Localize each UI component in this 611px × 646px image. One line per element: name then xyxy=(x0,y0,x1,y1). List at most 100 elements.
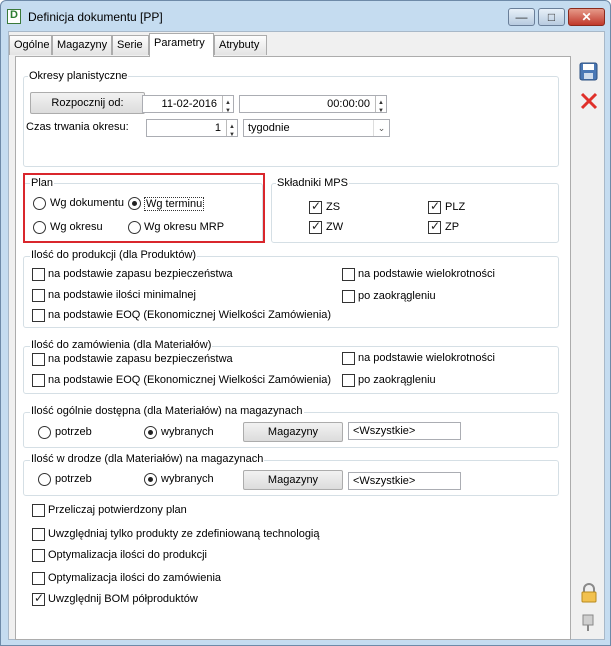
optymalizacja-zamowienia-label: Optymalizacja ilości do zamówienia xyxy=(48,572,222,584)
przeliczaj-plan-label: Przeliczaj potwierdzony plan xyxy=(48,504,187,516)
pin-icon xyxy=(582,614,594,631)
zam-eoq-label: na podstawie EOQ (Ekonomicznej Wielkości… xyxy=(48,374,332,386)
wdrodze-magazyny-value: <Wszystkie> xyxy=(353,475,416,487)
zamowienia-legend: Ilość do zamówienia (dla Materiałów) xyxy=(30,339,213,351)
document-definition-window: Definicja dokumentu [PP] — □ ✕ Ogólne Ma… xyxy=(0,0,611,646)
start-time-spinner[interactable] xyxy=(375,95,386,119)
bom-polproduktow-label: Uwzględnij BOM półproduktów xyxy=(48,593,198,605)
zam-zapas-label: na podstawie zapasu bezpieczeństwa xyxy=(48,353,233,365)
maximize-icon: □ xyxy=(547,10,556,24)
minimize-icon: — xyxy=(515,10,528,24)
zam-zaokraglenie-checkbox[interactable] xyxy=(342,374,355,387)
duration-field[interactable]: 1 xyxy=(146,119,238,143)
delete-icon xyxy=(580,92,598,110)
dostepna-wybranych-label[interactable]: wybranych xyxy=(161,426,214,438)
mps-zs-checkbox[interactable] xyxy=(309,199,322,214)
zam-eoq-checkbox[interactable] xyxy=(32,374,45,387)
plan-wg-okresu-radio[interactable] xyxy=(33,221,46,234)
mps-zp-checkbox[interactable] xyxy=(428,219,441,234)
plan-wg-dokumentu-label[interactable]: Wg dokumentu xyxy=(50,197,124,209)
minimize-button[interactable]: — xyxy=(508,8,535,26)
wdrodze-wybranych-label[interactable]: wybranych xyxy=(161,473,214,485)
window-title: Definicja dokumentu [PP] xyxy=(28,10,163,24)
pin-button[interactable] xyxy=(578,611,600,633)
prod-wielokrotnosc-checkbox[interactable] xyxy=(342,268,355,281)
duration-unit-value: tygodnie xyxy=(248,122,290,134)
start-time-value: 00:00:00 xyxy=(327,98,370,110)
wdrodze-potrzeb-label[interactable]: potrzeb xyxy=(55,473,92,485)
prod-minimalna-label: na podstawie ilości minimalnej xyxy=(48,289,196,301)
duration-unit-select[interactable]: tygodnie ⌄ xyxy=(243,119,390,137)
tylko-technologia-label: Uwzględniaj tylko produkty ze zdefiniowa… xyxy=(48,528,320,540)
wdrodze-magazyny-field[interactable]: <Wszystkie> xyxy=(348,472,461,490)
mps-plz-checkbox[interactable] xyxy=(428,199,441,214)
plan-wg-okresu-mrp-radio[interactable] xyxy=(128,221,141,234)
tab-ogolne[interactable]: Ogólne xyxy=(9,35,52,55)
dostepna-potrzeb-radio[interactable] xyxy=(38,426,51,439)
wdrodze-wybranych-radio[interactable] xyxy=(144,473,157,486)
prod-zaokraglenie-checkbox[interactable] xyxy=(342,290,355,303)
mps-zw-checkbox[interactable] xyxy=(309,219,322,234)
save-icon xyxy=(579,62,598,81)
plan-wg-terminu-label[interactable]: Wg terminu xyxy=(144,197,205,211)
lock-icon xyxy=(581,583,597,603)
optymalizacja-produkcji-checkbox[interactable] xyxy=(32,549,45,562)
wdrodze-legend: Ilość w drodze (dla Materiałów) na magaz… xyxy=(30,453,265,465)
mps-zp-label: ZP xyxy=(445,221,460,233)
mps-zw-label: ZW xyxy=(326,221,344,233)
zam-zapas-checkbox[interactable] xyxy=(32,353,45,366)
prod-wielokrotnosc-label: na podstawie wielokrotności xyxy=(358,268,495,280)
start-date-spinner[interactable] xyxy=(222,95,233,119)
plan-wg-okresu-label[interactable]: Wg okresu xyxy=(50,221,103,233)
duration-value: 1 xyxy=(214,122,221,134)
prod-zaokraglenie-label: po zaokrągleniu xyxy=(358,290,436,302)
delete-button[interactable] xyxy=(578,90,600,112)
mps-plz-label: PLZ xyxy=(445,201,466,213)
plan-wg-okresu-mrp-label[interactable]: Wg okresu MRP xyxy=(144,221,224,233)
start-date-field[interactable]: 11-02-2016 xyxy=(142,95,234,119)
wdrodze-potrzeb-radio[interactable] xyxy=(38,473,51,486)
prod-eoq-checkbox[interactable] xyxy=(32,309,45,322)
plan-wg-terminu-radio[interactable] xyxy=(128,197,141,210)
dostepna-magazyny-value: <Wszystkie> xyxy=(353,425,416,437)
tab-serie[interactable]: Serie xyxy=(112,35,149,55)
tab-magazyny[interactable]: Magazyny xyxy=(52,35,112,55)
mps-zs-label: ZS xyxy=(326,201,341,213)
prod-zapas-checkbox[interactable] xyxy=(32,268,45,281)
tylko-technologia-checkbox[interactable] xyxy=(32,528,45,541)
optymalizacja-zamowienia-checkbox[interactable] xyxy=(32,572,45,585)
dostepna-potrzeb-label[interactable]: potrzeb xyxy=(55,426,92,438)
tab-parametry[interactable]: Parametry xyxy=(149,33,214,57)
parametry-panel: Okresy planistyczne Rozpocznij od: 11-02… xyxy=(15,56,571,640)
start-time-field[interactable]: 00:00:00 xyxy=(239,95,387,119)
close-button[interactable]: ✕ xyxy=(568,8,605,26)
save-button[interactable] xyxy=(578,61,600,83)
dostepna-wybranych-radio[interactable] xyxy=(144,426,157,439)
mps-legend: Składniki MPS xyxy=(276,177,349,189)
dostepna-magazyny-field[interactable]: <Wszystkie> xyxy=(348,422,461,440)
produkcja-legend: Ilość do produkcji (dla Produktów) xyxy=(30,249,198,261)
prod-eoq-label: na podstawie EOQ (Ekonomicznej Wielkości… xyxy=(48,309,332,321)
duration-label: Czas trwania okresu: xyxy=(26,121,129,133)
prod-minimalna-checkbox[interactable] xyxy=(32,289,45,302)
dostepna-legend: Ilość ogólnie dostępna (dla Materiałów) … xyxy=(30,405,304,417)
zam-wielokrotnosc-checkbox[interactable] xyxy=(342,352,355,365)
plan-wg-dokumentu-radio[interactable] xyxy=(33,197,46,210)
lock-button[interactable] xyxy=(578,582,600,604)
maximize-button[interactable]: □ xyxy=(538,8,565,26)
title-bar[interactable]: Definicja dokumentu [PP] — □ ✕ xyxy=(1,1,610,31)
chevron-down-icon: ⌄ xyxy=(373,120,389,136)
zam-zaokraglenie-label: po zaokrągleniu xyxy=(358,374,436,386)
optymalizacja-produkcji-label: Optymalizacja ilości do produkcji xyxy=(48,549,207,561)
dostepna-magazyny-button[interactable]: Magazyny xyxy=(243,422,343,442)
przeliczaj-plan-checkbox[interactable] xyxy=(32,504,45,517)
app-icon xyxy=(7,9,21,24)
zam-wielokrotnosc-label: na podstawie wielokrotności xyxy=(358,352,495,364)
start-from-button[interactable]: Rozpocznij od: xyxy=(30,92,145,114)
start-date-value: 11-02-2016 xyxy=(161,98,217,110)
close-icon: ✕ xyxy=(581,10,592,24)
wdrodze-magazyny-button[interactable]: Magazyny xyxy=(243,470,343,490)
duration-spinner[interactable] xyxy=(226,119,237,143)
tab-atrybuty[interactable]: Atrybuty xyxy=(214,35,267,55)
bom-polproduktow-checkbox[interactable] xyxy=(32,591,45,606)
